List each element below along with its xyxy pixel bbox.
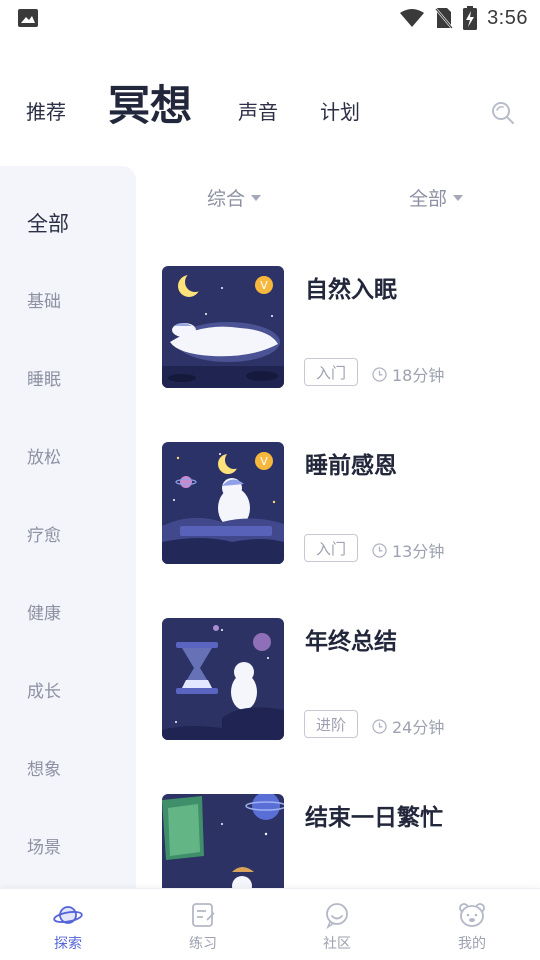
tab-sound[interactable]: 声音	[238, 96, 278, 125]
sidebar-item-label: 全部	[27, 212, 69, 236]
duration-text: 18分钟	[392, 366, 445, 385]
nav-label: 社区	[323, 936, 351, 952]
nav-label: 练习	[189, 936, 217, 952]
sidebar-item-imagination[interactable]: 想象	[27, 755, 61, 780]
svg-text:V: V	[260, 279, 268, 292]
sort-filter-dropdown[interactable]: 综合	[207, 184, 262, 211]
nav-mine[interactable]: 我的	[437, 901, 507, 957]
sidebar-item-scene[interactable]: 场景	[27, 833, 61, 858]
category-sidebar: 全部 基础 睡眠 放松 疗愈 健康 成长 想象 场景	[0, 166, 136, 892]
course-title: 自然入眠	[305, 277, 397, 303]
image-notification-icon	[18, 9, 38, 27]
tab-recommend[interactable]: 推荐	[26, 96, 66, 125]
notebook-icon	[192, 903, 215, 927]
course-cover-sleeping-bear: V	[162, 266, 284, 388]
search-icon[interactable]	[490, 100, 516, 126]
duration-text: 13分钟	[392, 542, 445, 561]
clock-icon	[372, 718, 387, 734]
nav-practice[interactable]: 练习	[168, 901, 238, 957]
sort-filter-label: 综合	[207, 188, 246, 210]
duration: 24分钟	[372, 714, 444, 738]
no-sim-icon	[435, 8, 454, 29]
wifi-icon	[400, 9, 425, 27]
tab-plan[interactable]: 计划	[320, 96, 360, 125]
nav-explore[interactable]: 探索	[33, 901, 103, 957]
level-badge: 进阶	[304, 710, 358, 738]
clock-icon	[372, 542, 387, 558]
nav-community[interactable]: 社区	[302, 901, 372, 957]
level-badge: 入门	[304, 358, 358, 386]
duration: 18分钟	[372, 362, 444, 386]
status-icons: 3:56	[399, 4, 528, 32]
battery-charging-icon	[463, 6, 478, 30]
course-title: 睡前感恩	[305, 453, 397, 479]
duration-text: 24分钟	[392, 718, 445, 737]
course-card-year-end-review[interactable]: 年终总结 进阶 24分钟	[162, 618, 522, 742]
sidebar-item-relax[interactable]: 放松	[27, 443, 61, 468]
course-cover-hourglass-bear	[162, 618, 284, 740]
sidebar-item-basic[interactable]: 基础	[27, 287, 61, 312]
course-title: 年终总结	[305, 629, 397, 655]
nav-label: 我的	[458, 936, 486, 952]
svg-text:V: V	[260, 455, 268, 468]
app-screen: 3:56 推荐 冥想 声音 计划 全部 基础 睡眠 放松 疗愈 健康 成长 想象…	[0, 0, 540, 960]
level-badge: 入门	[304, 534, 358, 562]
chat-bubble-icon	[326, 903, 348, 929]
tab-meditation[interactable]: 冥想	[108, 72, 192, 133]
sidebar-item-healing[interactable]: 疗愈	[27, 521, 61, 546]
sidebar-item-health[interactable]: 健康	[27, 599, 61, 624]
course-card-bedtime-gratitude[interactable]: V 睡前感恩 入门 13分钟	[162, 442, 522, 566]
status-bar: 3:56	[0, 0, 540, 36]
status-time: 3:56	[487, 6, 528, 29]
course-card-natural-sleep[interactable]: V 自然入眠 入门 18分钟	[162, 266, 522, 390]
top-tab-bar: 推荐 冥想 声音 计划	[0, 70, 540, 140]
sidebar-item-growth[interactable]: 成长	[27, 677, 61, 702]
tab-meditation-label: 冥想	[108, 81, 193, 130]
bottom-nav: 探索 练习 社区 我的	[0, 888, 540, 960]
sidebar-item-all[interactable]: 全部	[27, 208, 69, 238]
bear-face-icon	[459, 903, 485, 927]
planet-icon	[53, 906, 83, 924]
duration: 13分钟	[372, 538, 444, 562]
sidebar-item-sleep[interactable]: 睡眠	[27, 365, 61, 390]
course-title: 结束一日繁忙	[305, 805, 443, 831]
clock-icon	[372, 366, 387, 382]
category-filter-dropdown[interactable]: 全部	[409, 184, 464, 211]
caret-down-icon	[453, 194, 464, 201]
course-cover-bear-on-mat: V	[162, 442, 284, 564]
caret-down-icon	[251, 194, 262, 201]
category-filter-label: 全部	[409, 188, 448, 210]
nav-label: 探索	[54, 936, 82, 952]
